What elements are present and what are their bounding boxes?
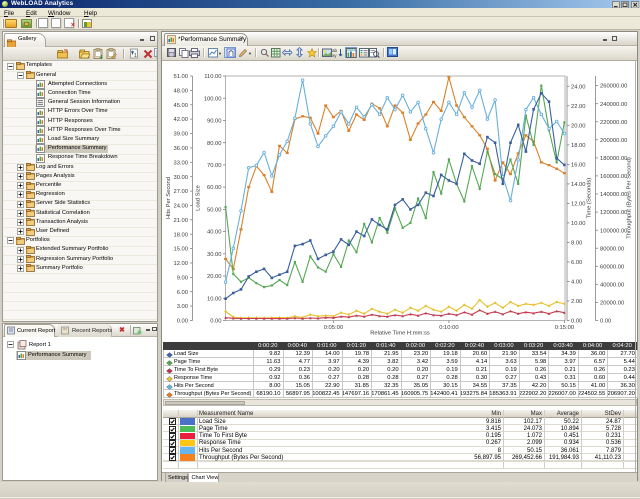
svg-text:2.00: 2.00: [571, 299, 582, 305]
svg-text:240000.00: 240000.00: [600, 102, 627, 108]
svg-text:90.00: 90.00: [207, 119, 222, 125]
svg-text:21.00: 21.00: [173, 218, 188, 224]
svg-text:0.00: 0.00: [571, 319, 582, 325]
svg-text:60.00: 60.00: [207, 185, 222, 191]
svg-text:Throughput (Bytes Per Second): Throughput (Bytes Per Second): [627, 157, 633, 239]
svg-text:18.00: 18.00: [571, 143, 586, 149]
svg-text:42.00: 42.00: [173, 117, 188, 123]
svg-text:8.00: 8.00: [571, 241, 582, 247]
svg-text:39.00: 39.00: [173, 132, 188, 138]
svg-text:Relative Time H:mm:ss: Relative Time H:mm:ss: [370, 331, 430, 337]
svg-text:27.00: 27.00: [173, 189, 188, 195]
svg-text:0:15:00: 0:15:00: [555, 325, 574, 331]
svg-text:20000.00: 20000.00: [600, 301, 624, 307]
svg-text:50.00: 50.00: [207, 208, 222, 214]
svg-text:220000.00: 220000.00: [600, 120, 627, 126]
svg-text:4.00: 4.00: [571, 280, 582, 286]
svg-text:48.00: 48.00: [173, 89, 188, 95]
svg-text:12.00: 12.00: [173, 261, 188, 267]
svg-text:70.00: 70.00: [207, 163, 222, 169]
svg-text:24.00: 24.00: [571, 84, 586, 90]
svg-text:10.00: 10.00: [571, 221, 586, 227]
svg-text:15.00: 15.00: [173, 247, 188, 253]
svg-text:200000.00: 200000.00: [600, 138, 627, 144]
svg-text:120000.00: 120000.00: [600, 210, 627, 216]
svg-text:9.00: 9.00: [177, 276, 188, 282]
svg-text:Load Size: Load Size: [196, 185, 202, 211]
svg-text:Hits Per Second: Hits Per Second: [166, 177, 172, 219]
svg-text:20.00: 20.00: [207, 274, 222, 280]
svg-text:110.00: 110.00: [204, 74, 221, 80]
svg-text:160000.00: 160000.00: [600, 174, 627, 180]
svg-text:16.00: 16.00: [571, 163, 586, 169]
svg-text:12.00: 12.00: [571, 202, 586, 208]
svg-text:18.00: 18.00: [173, 232, 188, 238]
svg-text:30.00: 30.00: [207, 252, 222, 258]
svg-text:0.00: 0.00: [210, 319, 221, 325]
svg-text:20.00: 20.00: [571, 123, 586, 129]
svg-text:180000.00: 180000.00: [600, 156, 627, 162]
svg-text:0:05:00: 0:05:00: [324, 325, 343, 331]
svg-text:260000.00: 260000.00: [600, 84, 627, 90]
svg-text:80.00: 80.00: [207, 141, 222, 147]
svg-text:6.00: 6.00: [571, 260, 582, 266]
svg-text:14.00: 14.00: [571, 182, 586, 188]
svg-text:33.00: 33.00: [173, 160, 188, 166]
svg-text:40.00: 40.00: [207, 230, 222, 236]
svg-text:6.00: 6.00: [177, 290, 188, 296]
svg-text:3.00: 3.00: [177, 304, 188, 310]
svg-text:60000.00: 60000.00: [600, 264, 624, 270]
svg-text:Time (Seconds): Time (Seconds): [587, 178, 593, 219]
svg-text:36.00: 36.00: [173, 146, 188, 152]
svg-text:51.00: 51.00: [173, 74, 188, 80]
svg-text:80000.00: 80000.00: [600, 246, 624, 252]
svg-text:24.00: 24.00: [173, 204, 188, 210]
svg-text:140000.00: 140000.00: [600, 192, 627, 198]
svg-text:10.00: 10.00: [207, 296, 222, 302]
svg-text:22.00: 22.00: [571, 104, 586, 110]
svg-text:30.00: 30.00: [173, 175, 188, 181]
svg-text:100.00: 100.00: [204, 96, 222, 102]
svg-text:xy: xy: [332, 53, 337, 58]
svg-text:0:10:00: 0:10:00: [439, 325, 458, 331]
svg-text:40000.00: 40000.00: [600, 283, 624, 289]
svg-text:0.00: 0.00: [600, 319, 611, 325]
svg-text:45.00: 45.00: [173, 103, 188, 109]
svg-text:100000.00: 100000.00: [600, 228, 627, 234]
svg-text:0.00: 0.00: [177, 319, 188, 325]
